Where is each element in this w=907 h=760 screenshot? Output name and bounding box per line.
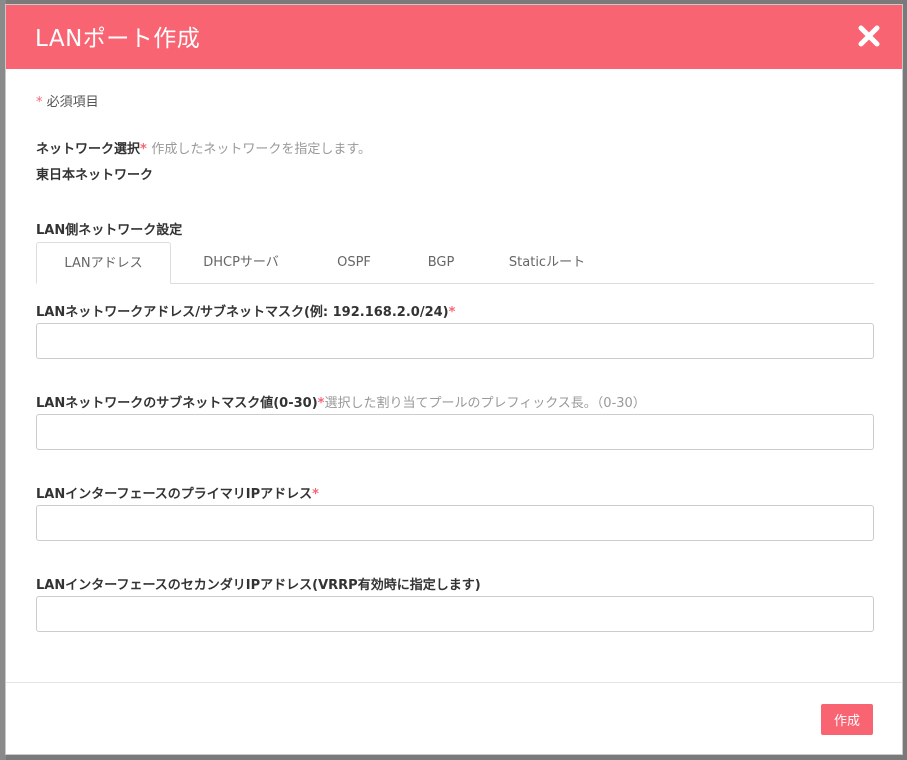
create-button[interactable]: 作成 [821,704,873,735]
footer-divider [6,682,902,683]
required-note-text: 必須項目 [46,95,99,110]
secondary-ip-input[interactable] [36,596,874,632]
field-label-text: LANネットワークのサブネットマスク値(0-30) [36,396,318,411]
lan-network-address-label: LANネットワークアドレス/サブネットマスク(例: 192.168.2.0/24… [36,301,455,320]
modal-title: LANポート作成 [35,26,201,52]
field-label-text: LANネットワークアドレス/サブネットマスク(例: 192.168.2.0/24… [36,305,449,320]
network-select-value: 東日本ネットワーク [36,168,154,183]
tab-dhcp-server[interactable]: DHCPサーバ [181,242,301,283]
primary-ip-label: LANインターフェースのプライマリIPアドレス* [36,483,319,502]
lan-settings-tabs: LANアドレス DHCPサーバ OSPF BGP Staticルート [36,242,874,284]
secondary-ip-label: LANインターフェースのセカンダリIPアドレス(VRRP有効時に指定します) [36,574,481,593]
network-select-label: ネットワーク選択* 作成したネットワークを指定します。 [36,138,371,157]
tab-static-route[interactable]: Staticルート [492,242,602,283]
required-star: * [448,305,456,320]
lan-network-address-input[interactable] [36,323,874,359]
subnet-mask-value-label: LANネットワークのサブネットマスク値(0-30)*選択した割り当てプールのプレ… [36,392,646,411]
required-star: * [312,487,319,502]
modal-header: LANポート作成 [6,5,902,69]
subnet-mask-value-input[interactable] [36,414,874,450]
tab-ospf[interactable]: OSPF [314,242,394,283]
close-icon[interactable] [856,23,882,49]
required-star: * [140,142,147,157]
subnet-mask-hint: 選択した割り当てプールのプレフィックス長。（0-30） [324,396,646,411]
required-star: * [36,95,43,110]
lan-port-create-modal: LANポート作成 * 必須項目 ネットワーク選択* 作成したネットワークを指定し… [5,4,903,755]
network-select-hint: 作成したネットワークを指定します。 [151,142,372,157]
field-label-text: LANインターフェースのセカンダリIPアドレス(VRRP有効時に指定します) [36,578,481,593]
primary-ip-input[interactable] [36,505,874,541]
field-label-text: LANインターフェースのプライマリIPアドレス [36,487,313,502]
required-note: * 必須項目 [36,91,99,110]
lan-settings-label: LAN側ネットワーク設定 [36,223,183,238]
network-select-label-text: ネットワーク選択 [36,142,141,157]
tab-lan-address[interactable]: LANアドレス [36,242,171,284]
tab-bgp[interactable]: BGP [406,242,476,283]
